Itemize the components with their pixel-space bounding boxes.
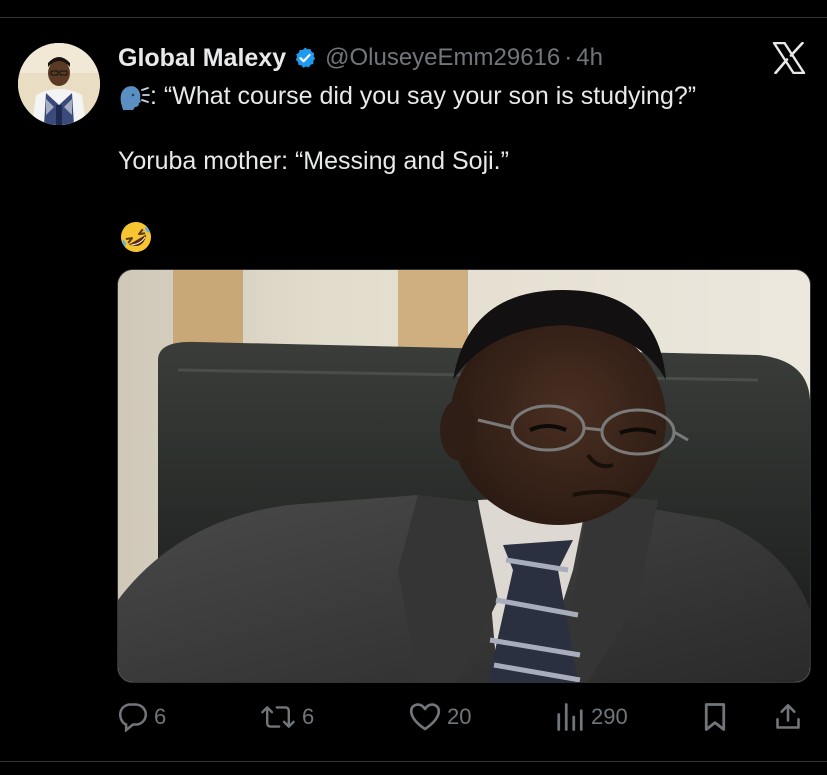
tweet-header: Global Malexy @OluseyeEmm29616 · 4h	[118, 40, 603, 76]
views-icon	[557, 703, 583, 731]
verified-badge-icon	[293, 46, 317, 70]
avatar[interactable]	[18, 43, 100, 125]
views-button[interactable]: 290	[555, 697, 628, 737]
bottom-divider	[0, 761, 827, 762]
author-name[interactable]: Global Malexy	[118, 44, 286, 73]
share-button[interactable]	[774, 697, 802, 737]
action-bar: 6 6 20 290	[0, 697, 827, 737]
like-button[interactable]: 20	[409, 697, 471, 737]
reply-icon	[118, 703, 148, 732]
view-count: 290	[591, 704, 628, 729]
repost-button[interactable]: 6	[260, 697, 314, 737]
repost-icon	[261, 706, 295, 728]
heart-icon	[409, 703, 441, 731]
reply-count: 6	[154, 704, 167, 729]
tweet-text-line-1: : “What course did you say your son is s…	[118, 78, 696, 114]
tweet-media-image[interactable]	[117, 269, 811, 683]
photo-boy-in-suit	[118, 270, 810, 682]
avatar-image	[18, 43, 100, 125]
tweet-text-line-2: Yoruba mother: “Messing and Soji.”	[118, 147, 509, 175]
share-icon	[776, 704, 800, 729]
bookmark-icon	[704, 703, 726, 731]
rolling-on-floor-laughing-emoji-icon	[118, 219, 154, 255]
speaking-head-emoji-icon	[118, 81, 150, 111]
reply-button[interactable]: 6	[118, 697, 166, 737]
separator-dot: ·	[564, 44, 573, 71]
bookmark-button[interactable]	[702, 697, 728, 737]
like-count: 20	[447, 704, 472, 729]
tweet-quote-text: : “What course did you say your son is s…	[150, 81, 697, 110]
x-logo-icon[interactable]	[772, 41, 806, 75]
repost-count: 6	[302, 704, 315, 729]
timestamp[interactable]: 4h	[576, 44, 603, 72]
top-divider	[0, 17, 827, 18]
author-handle[interactable]: @OluseyeEmm29616	[325, 44, 560, 72]
